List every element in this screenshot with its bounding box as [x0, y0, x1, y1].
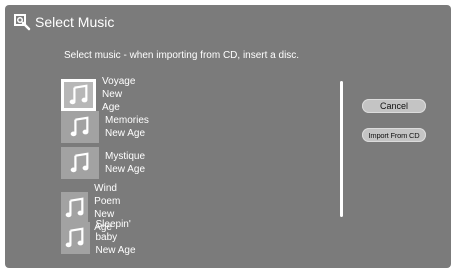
music-search-icon: [13, 13, 31, 31]
track-title: Mystique: [105, 151, 146, 162]
track-thumbnail: [61, 78, 97, 111]
page-title: Select Music: [35, 14, 115, 30]
track-item[interactable]: Memories New Age: [61, 111, 149, 143]
track-item[interactable]: Sleepin' baby New Age: [61, 218, 140, 257]
track-item[interactable]: Voyage New Age: [61, 75, 138, 114]
track-thumbnail: [61, 147, 99, 179]
track-item[interactable]: Mystique New Age: [61, 147, 145, 179]
music-note-icon: [69, 84, 87, 104]
import-from-cd-button[interactable]: Import From CD: [362, 128, 426, 142]
track-title: Voyage: [102, 76, 136, 87]
track-title: Memories: [105, 115, 149, 126]
music-note-icon: [65, 197, 84, 218]
title-bar: Select Music: [13, 13, 114, 31]
track-genre: New Age: [105, 164, 146, 175]
track-thumbnail: [61, 221, 90, 254]
instruction-text: Select music - when importing from CD, i…: [64, 50, 300, 61]
music-note-icon: [70, 116, 89, 137]
track-genre: New Age: [95, 245, 136, 256]
track-genre: New Age: [105, 128, 146, 139]
track-title: Wind Poem: [94, 183, 121, 207]
track-title: Sleepin' baby: [95, 219, 131, 243]
list-scrollbar[interactable]: [340, 81, 343, 217]
cancel-button[interactable]: Cancel: [362, 99, 426, 113]
track-thumbnail: [61, 111, 99, 143]
select-music-screen: Select Music Select music - when importi…: [5, 5, 451, 268]
music-note-icon: [70, 152, 89, 173]
music-note-icon: [65, 227, 84, 247]
